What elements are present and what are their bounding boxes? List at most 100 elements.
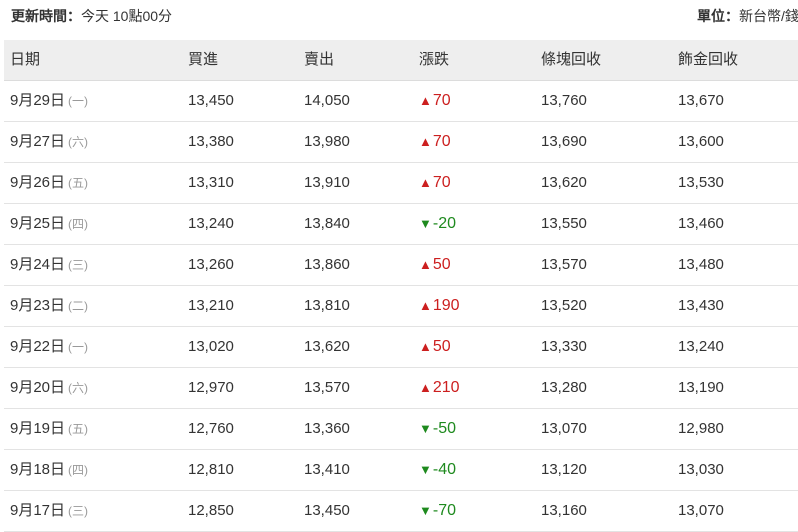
table-row: 9月27日 (六) 13,380 13,980 ▲70 13,690 13,600: [4, 122, 798, 163]
change-cell: ▼-20: [419, 204, 456, 244]
triangle-down-icon: ▼: [419, 421, 432, 436]
info-bar: 更新時間：今天 10點00分 單位：新台幣/錢: [0, 0, 798, 30]
bar-buyback-cell: 13,330: [541, 338, 587, 355]
jewelry-buyback-cell: 13,430: [678, 297, 724, 314]
buy-price-cell: 12,970: [188, 379, 234, 396]
date-text: 9月20日: [10, 379, 66, 396]
jewelry-buyback-cell: 13,240: [678, 338, 724, 355]
column-header-buy: 買進: [188, 51, 219, 68]
sell-price-cell: 13,910: [304, 174, 350, 191]
sell-price-cell: 13,860: [304, 256, 350, 273]
change-cell: ▲190: [419, 286, 460, 326]
weekday-text: (六): [68, 381, 89, 395]
triangle-down-icon: ▼: [419, 503, 432, 518]
unit-label: 單位：: [697, 8, 739, 24]
weekday-text: (三): [68, 258, 89, 272]
jewelry-buyback-cell: 12,980: [678, 420, 724, 437]
buy-price-cell: 12,760: [188, 420, 234, 437]
table-header: 日期 買進 賣出 漲跌 條塊回收 飾金回收: [4, 40, 798, 81]
date-cell: 9月27日 (六): [10, 122, 88, 162]
change-cell: ▲70: [419, 163, 451, 203]
jewelry-buyback-cell: 13,480: [678, 256, 724, 273]
date-cell: 9月20日 (六): [10, 368, 88, 408]
buy-price-cell: 13,260: [188, 256, 234, 273]
change-value: 190: [432, 297, 460, 314]
buy-price-cell: 13,210: [188, 297, 234, 314]
jewelry-buyback-cell: 13,070: [678, 502, 724, 519]
update-time: 更新時間：今天 10點00分: [11, 6, 172, 26]
sell-price-cell: 14,050: [304, 92, 350, 109]
date-text: 9月25日: [10, 215, 66, 232]
bar-buyback-cell: 13,520: [541, 297, 587, 314]
bar-buyback-cell: 13,550: [541, 215, 587, 232]
date-text: 9月27日: [10, 133, 66, 150]
date-text: 9月29日: [10, 92, 66, 109]
buy-price-cell: 13,450: [188, 92, 234, 109]
change-cell: ▲50: [419, 327, 451, 367]
column-header-date: 日期: [10, 51, 41, 68]
bar-buyback-cell: 13,160: [541, 502, 587, 519]
unit-info: 單位：新台幣/錢: [697, 6, 798, 26]
buy-price-cell: 12,810: [188, 461, 234, 478]
change-value: 50: [432, 338, 451, 355]
sell-price-cell: 13,810: [304, 297, 350, 314]
table-row: 9月22日 (一) 13,020 13,620 ▲50 13,330 13,240: [4, 327, 798, 368]
change-value: 70: [432, 174, 451, 191]
change-value: -50: [432, 420, 456, 437]
weekday-text: (四): [68, 463, 89, 477]
change-value: -40: [432, 461, 456, 478]
triangle-down-icon: ▼: [419, 462, 432, 477]
triangle-up-icon: ▲: [419, 134, 432, 149]
table-row: 9月20日 (六) 12,970 13,570 ▲210 13,280 13,190: [4, 368, 798, 409]
sell-price-cell: 13,450: [304, 502, 350, 519]
bar-buyback-cell: 13,620: [541, 174, 587, 191]
table-body: 9月29日 (一) 13,450 14,050 ▲70 13,760 13,670 9月27日…: [4, 81, 798, 532]
update-time-label: 更新時間：: [11, 8, 81, 24]
column-header-change: 漲跌: [419, 51, 450, 68]
bar-buyback-cell: 13,570: [541, 256, 587, 273]
triangle-up-icon: ▲: [419, 175, 432, 190]
jewelry-buyback-cell: 13,600: [678, 133, 724, 150]
date-cell: 9月29日 (一): [10, 81, 88, 121]
change-value: 50: [432, 256, 451, 273]
bar-buyback-cell: 13,120: [541, 461, 587, 478]
triangle-up-icon: ▲: [419, 339, 432, 354]
triangle-down-icon: ▼: [419, 216, 432, 231]
sell-price-cell: 13,980: [304, 133, 350, 150]
change-cell: ▼-70: [419, 491, 456, 531]
table-row: 9月25日 (四) 13,240 13,840 ▼-20 13,550 13,460: [4, 204, 798, 245]
sell-price-cell: 13,410: [304, 461, 350, 478]
date-text: 9月22日: [10, 338, 66, 355]
change-cell: ▼-50: [419, 409, 456, 449]
weekday-text: (一): [68, 94, 89, 108]
change-value: -70: [432, 502, 456, 519]
update-time-value: 今天 10點00分: [81, 8, 173, 24]
date-text: 9月18日: [10, 461, 66, 478]
date-cell: 9月25日 (四): [10, 204, 88, 244]
gold-price-table: 日期 買進 賣出 漲跌 條塊回收 飾金回收 9月29日 (一) 13,450 14,0…: [4, 40, 798, 532]
sell-price-cell: 13,360: [304, 420, 350, 437]
weekday-text: (五): [68, 176, 89, 190]
bar-buyback-cell: 13,070: [541, 420, 587, 437]
change-cell: ▼-40: [419, 450, 456, 490]
change-cell: ▲50: [419, 245, 451, 285]
weekday-text: (二): [68, 299, 89, 313]
change-value: 210: [432, 379, 460, 396]
sell-price-cell: 13,620: [304, 338, 350, 355]
jewelry-buyback-cell: 13,530: [678, 174, 724, 191]
buy-price-cell: 13,380: [188, 133, 234, 150]
weekday-text: (六): [68, 135, 89, 149]
triangle-up-icon: ▲: [419, 93, 432, 108]
column-header-sell: 賣出: [304, 51, 335, 68]
weekday-text: (三): [68, 504, 89, 518]
date-text: 9月26日: [10, 174, 66, 191]
date-cell: 9月19日 (五): [10, 409, 88, 449]
date-text: 9月23日: [10, 297, 66, 314]
bar-buyback-cell: 13,280: [541, 379, 587, 396]
change-value: -20: [432, 215, 456, 232]
date-cell: 9月23日 (二): [10, 286, 88, 326]
weekday-text: (一): [68, 340, 89, 354]
weekday-text: (四): [68, 217, 89, 231]
date-text: 9月19日: [10, 420, 66, 437]
change-value: 70: [432, 133, 451, 150]
